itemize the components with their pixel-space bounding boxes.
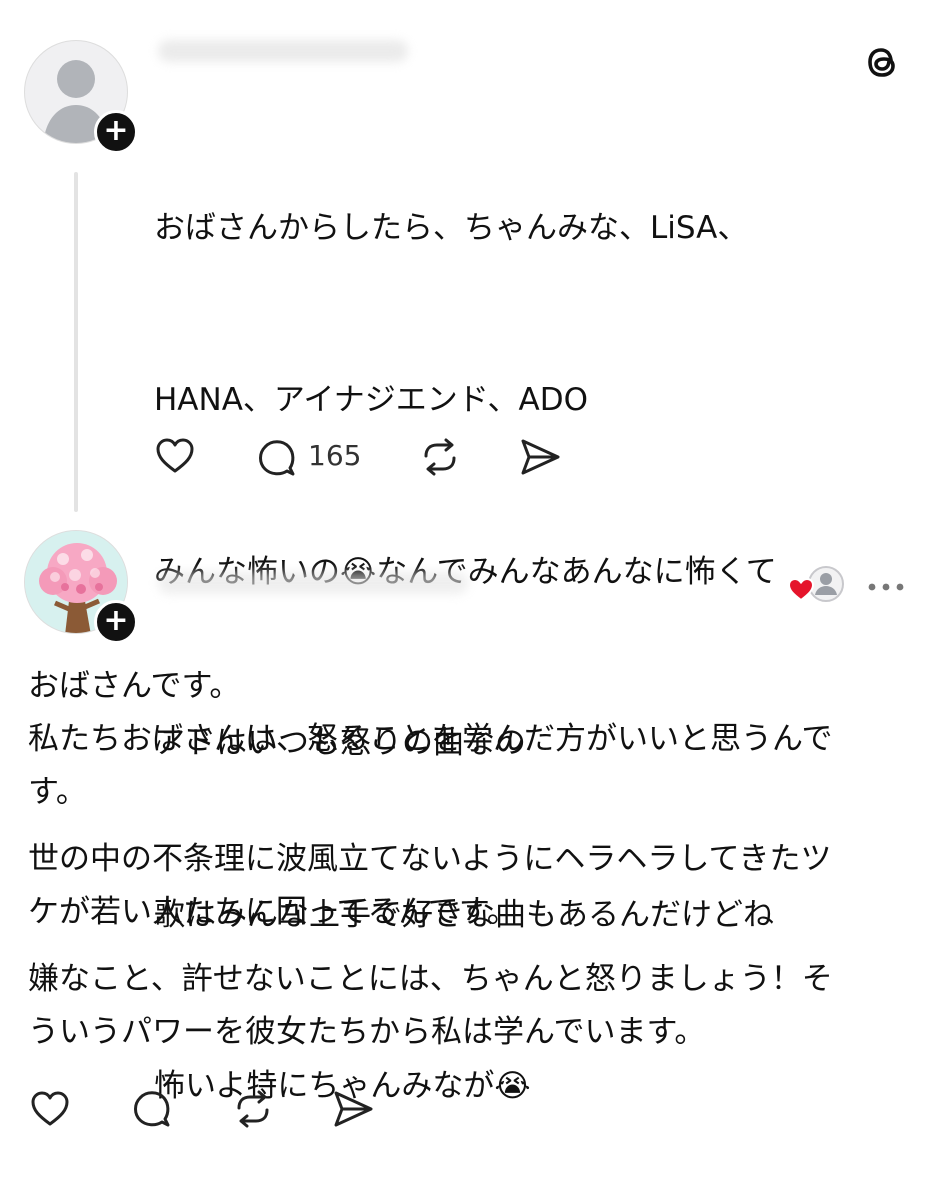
follow-plus-icon[interactable]: +: [94, 600, 138, 644]
reply-bubble-icon[interactable]: [256, 437, 298, 483]
username-redacted: [158, 40, 408, 62]
thread-connector-line: [74, 172, 78, 512]
reply-bubble-icon[interactable]: [131, 1088, 173, 1134]
share-send-icon[interactable]: [518, 437, 562, 481]
username-redacted: [158, 572, 468, 594]
repost-icon[interactable]: [418, 436, 462, 482]
reply-paragraph: おばさんです。 私たちおばさんは、怒ることを学んだ方がいいと思うんで す。: [28, 668, 833, 810]
reply-text: おばさんです。 私たちおばさんは、怒ることを学んだ方がいいと思うんで す。 世の…: [28, 660, 918, 1073]
threads-logo-icon[interactable]: [862, 42, 902, 82]
liked-by-author-indicator[interactable]: [787, 564, 848, 604]
post-line: HANA、アイナジエンド、ADO: [154, 382, 588, 419]
repost-icon[interactable]: [231, 1088, 275, 1134]
reply-paragraph: 世の中の不条理に波風立てないようにヘラヘラしてきたツ ケが若い人たちに回ってるん…: [28, 841, 832, 930]
more-options-icon[interactable]: [866, 578, 906, 591]
share-send-icon[interactable]: [331, 1089, 375, 1133]
reply-count: 165: [308, 439, 362, 472]
like-heart-icon[interactable]: [154, 436, 196, 480]
post-line: おばさんからしたら、ちゃんみな、LiSA、: [154, 210, 749, 247]
follow-plus-icon[interactable]: +: [94, 110, 138, 154]
reply-paragraph: 嫌なこと、許せないことには、ちゃんと怒りましょう！そ ういうパワーを彼女たちから…: [28, 961, 833, 1050]
like-heart-icon[interactable]: [29, 1089, 71, 1133]
